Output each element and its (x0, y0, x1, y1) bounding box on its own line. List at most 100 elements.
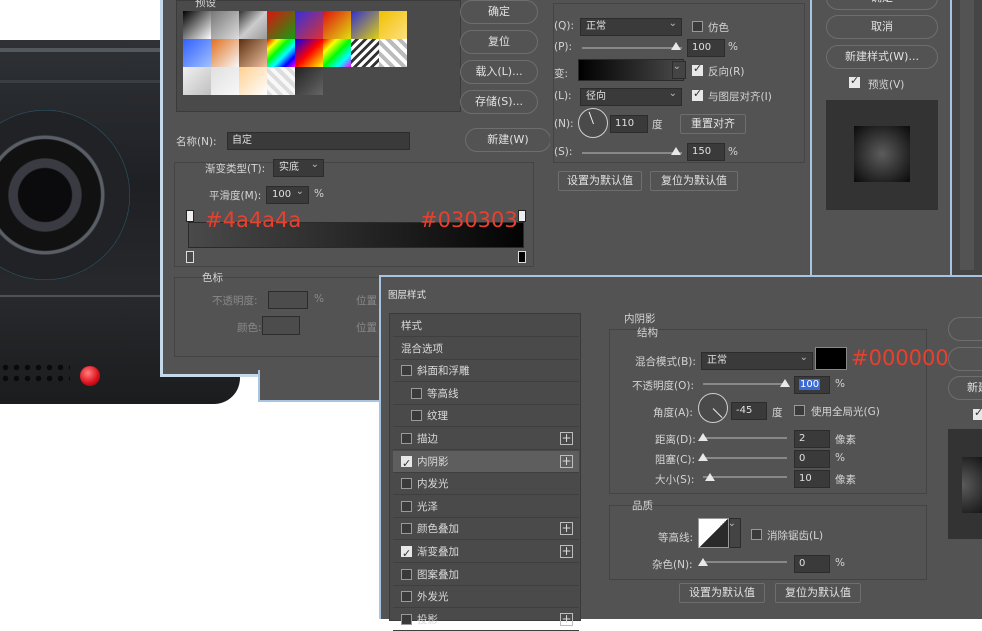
add-effect-icon[interactable]: + (560, 545, 573, 558)
sidebar-item[interactable]: 外发光 (393, 586, 579, 609)
gradient-picker[interactable] (578, 59, 684, 81)
scale-slider-thumb[interactable] (671, 147, 681, 155)
angle-dial[interactable] (698, 393, 728, 423)
antialias-checkbox[interactable] (751, 529, 762, 540)
reverse-checkbox[interactable] (692, 62, 703, 76)
stop-opacity-field[interactable] (268, 291, 308, 309)
sidebar-item-checkbox[interactable] (401, 433, 412, 444)
size-slider-thumb[interactable] (705, 473, 715, 481)
smoothness-select[interactable]: 100 (266, 184, 309, 204)
set-default-button[interactable]: 设置为默认值 (679, 583, 765, 603)
angle-dial[interactable] (578, 108, 608, 138)
blend-mode-select[interactable]: 正常 (701, 350, 813, 370)
gradient-picker-arrow[interactable] (672, 59, 686, 79)
noise-slider[interactable] (703, 561, 787, 563)
sidebar-item[interactable]: 样式 (393, 315, 579, 337)
opacity-field[interactable]: 100 (687, 39, 725, 57)
angle-field[interactable]: 110 (610, 115, 648, 133)
sidebar-item-checkbox[interactable] (401, 500, 412, 512)
opacity-stop-left[interactable] (186, 210, 194, 222)
preview-checkbox-partial[interactable] (973, 406, 982, 420)
sidebar-item-checkbox[interactable] (411, 410, 422, 422)
opacity-field[interactable]: 100 (794, 376, 830, 394)
add-effect-icon[interactable]: + (560, 522, 573, 536)
gradient-swatch-grid[interactable] (183, 11, 407, 99)
sidebar-item-checkbox[interactable] (401, 365, 412, 377)
color-stop-left[interactable] (186, 251, 194, 263)
stop-color-swatch[interactable] (262, 316, 300, 335)
choke-field[interactable]: 0 (794, 450, 830, 468)
sidebar-item[interactable]: 斜面和浮雕 (393, 360, 579, 383)
scale-slider[interactable] (582, 152, 682, 154)
distance-field[interactable]: 2 (794, 430, 830, 448)
sidebar-item[interactable]: 投影 + (393, 609, 579, 631)
shadow-color-swatch[interactable] (815, 347, 847, 370)
opacity-slider[interactable] (703, 383, 787, 385)
align-with-layer-checkbox[interactable] (692, 87, 703, 101)
sidebar-item[interactable]: 描边 + (393, 428, 579, 450)
contour-picker-arrow[interactable] (728, 516, 741, 548)
opacity-slider-thumb[interactable] (671, 42, 681, 50)
reset-button[interactable]: 复位 (460, 30, 538, 54)
sidebar-item-checkbox[interactable] (401, 591, 412, 603)
size-slider[interactable] (703, 476, 787, 478)
sidebar-item[interactable]: 混合选项 (393, 338, 579, 360)
sidebar-item-checkbox[interactable] (411, 387, 422, 399)
global-light-checkbox[interactable] (794, 405, 805, 416)
preview-checkbox[interactable] (849, 74, 860, 88)
set-default-button[interactable]: 设置为默认值 (558, 171, 642, 191)
opacity-stop-right[interactable] (518, 210, 526, 222)
noise-field[interactable]: 0 (794, 555, 830, 573)
sidebar-item-checkbox[interactable] (401, 543, 412, 565)
sidebar-item-checkbox[interactable] (401, 478, 412, 490)
add-effect-icon[interactable]: + (560, 454, 573, 468)
sidebar-item-label: 颜色叠加 (417, 523, 459, 536)
add-effect-icon[interactable]: + (560, 612, 573, 626)
name-field[interactable]: 自定 (227, 132, 410, 150)
sidebar-item[interactable]: 等高线 (393, 383, 579, 405)
color-stop-right[interactable] (518, 251, 526, 263)
reset-default-button[interactable]: 复位为默认值 (775, 583, 861, 603)
sidebar-item-checkbox[interactable] (401, 568, 412, 580)
dither-checkbox[interactable] (692, 21, 703, 32)
opacity-slider-thumb[interactable] (780, 379, 790, 387)
distance-slider[interactable] (703, 437, 787, 439)
new-style-button-partial[interactable]: 新建 (948, 376, 982, 400)
gradient-type-select[interactable]: 实底 (273, 157, 324, 177)
load-button[interactable]: 载入(L)... (460, 60, 538, 84)
sidebar-item-checkbox[interactable] (401, 453, 412, 475)
angle-field[interactable]: -45 (731, 402, 767, 420)
sidebar-item-checkbox[interactable] (401, 613, 412, 625)
new-style-button[interactable]: 新建样式(W)... (826, 45, 938, 69)
angle-deg: 度 (772, 407, 783, 419)
noise-slider-thumb[interactable] (698, 558, 708, 566)
blend-mode-select[interactable]: 正常 (580, 16, 682, 36)
smoothness-label: 平滑度(M): (209, 190, 262, 202)
contour-picker[interactable] (698, 518, 729, 548)
opacity-slider[interactable] (582, 47, 682, 49)
ok-button-partial[interactable] (948, 317, 982, 341)
size-field[interactable]: 10 (794, 470, 830, 488)
scale-field[interactable]: 150 (687, 143, 725, 161)
add-effect-icon[interactable]: + (560, 432, 573, 445)
ok-button-right[interactable]: 确定 (826, 0, 938, 10)
choke-slider[interactable] (703, 457, 787, 459)
distance-slider-thumb[interactable] (698, 433, 708, 441)
new-gradient-button[interactable]: 新建(W) (465, 128, 551, 152)
sidebar-item[interactable]: 光泽 (393, 496, 579, 518)
sidebar-item[interactable]: 颜色叠加 + (393, 518, 579, 541)
sidebar-item[interactable]: 纹理 (393, 405, 579, 428)
reset-alignment-button[interactable]: 重置对齐 (680, 114, 746, 134)
sidebar-item[interactable]: 内发光 (393, 473, 579, 496)
reset-default-button[interactable]: 复位为默认值 (650, 171, 738, 191)
save-button[interactable]: 存储(S)... (460, 90, 538, 114)
cancel-button-partial[interactable] (948, 347, 982, 371)
sidebar-item[interactable]: 内阴影 + (393, 450, 579, 475)
choke-slider-thumb[interactable] (698, 453, 708, 461)
ok-button[interactable]: 确定 (460, 0, 538, 24)
sidebar-item-checkbox[interactable] (401, 523, 412, 535)
cancel-button[interactable]: 取消 (826, 15, 938, 39)
sidebar-item[interactable]: 渐变叠加 + (393, 541, 579, 565)
style-select[interactable]: 径向 (580, 86, 682, 106)
sidebar-item[interactable]: 图案叠加 (393, 564, 579, 586)
